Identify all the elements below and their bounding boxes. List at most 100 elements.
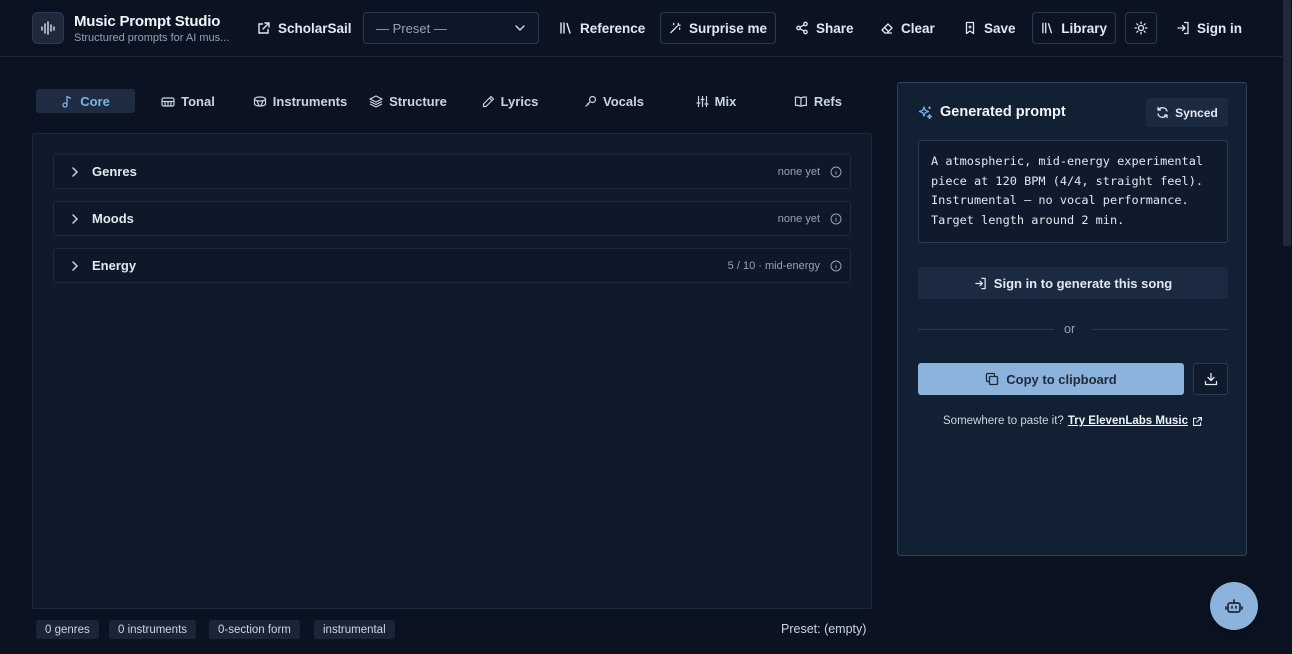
copy-icon <box>986 372 999 386</box>
app-subtitle: Structured prompts for AI mus... <box>74 32 230 44</box>
sign-in-to-generate-label: Sign in to generate this song <box>993 275 1173 291</box>
sign-in-label: Sign in <box>1197 20 1242 36</box>
preset-select[interactable]: — Preset — <box>363 12 539 44</box>
tab-instruments[interactable]: Instruments <box>248 89 352 113</box>
preset-status: Preset: (empty) <box>781 622 867 636</box>
refresh-icon <box>1157 106 1168 119</box>
generated-prompt-header: Generated prompt <box>918 104 1066 120</box>
info-icon[interactable] <box>830 166 842 178</box>
or-divider: or <box>918 321 1228 337</box>
external-link-icon <box>1193 416 1202 426</box>
surprise-me-label: Surprise me <box>688 20 767 36</box>
info-icon[interactable] <box>830 213 842 225</box>
paste-hint-text: Somewhere to paste it? <box>943 415 1064 427</box>
generated-prompt-title: Generated prompt <box>940 104 1066 120</box>
theme-toggle-button[interactable] <box>1125 12 1157 44</box>
app-title: Music Prompt Studio <box>74 13 221 30</box>
save-label: Save <box>984 20 1016 36</box>
chevron-right-icon <box>72 213 79 224</box>
chip-instruments-count: 0 instruments <box>109 620 197 639</box>
mic-icon <box>585 95 597 107</box>
paste-hint: Somewhere to paste it? Try ElevenLabs Mu… <box>918 415 1228 427</box>
chevron-right-icon <box>72 166 79 177</box>
core-panel: Genres none yet Moods none yet Energy 5 … <box>32 133 872 609</box>
tab-tonal[interactable]: Tonal <box>156 89 220 113</box>
copy-label: Copy to clipboard <box>1006 371 1117 387</box>
surprise-me-button[interactable]: Surprise me <box>660 12 776 44</box>
elevenlabs-link[interactable]: Try ElevenLabs Music <box>1068 415 1188 427</box>
clear-label: Clear <box>901 20 935 36</box>
sign-in-icon <box>1177 21 1189 35</box>
energy-section[interactable]: Energy 5 / 10 · mid-energy <box>53 248 851 283</box>
library-icon <box>560 22 571 34</box>
clear-button[interactable]: Clear <box>872 12 943 44</box>
tab-refs[interactable]: Refs <box>794 89 842 113</box>
divider-line <box>918 329 1054 330</box>
copy-to-clipboard-button[interactable]: Copy to clipboard <box>918 363 1184 395</box>
assistant-bot-button[interactable] <box>1210 582 1258 630</box>
genres-value: none yet <box>777 165 820 178</box>
tab-mix[interactable]: Mix <box>694 89 738 113</box>
sign-in-button[interactable]: Sign in <box>1168 12 1250 44</box>
genres-section[interactable]: Genres none yet <box>53 154 851 189</box>
energy-value: 5 / 10 · mid-energy <box>727 259 820 272</box>
chevron-right-icon <box>72 260 79 271</box>
preset-select-value: — Preset — <box>376 20 447 36</box>
moods-section[interactable]: Moods none yet <box>53 201 851 236</box>
drum-icon <box>253 95 266 107</box>
energy-title: Energy <box>92 258 137 273</box>
moods-value: none yet <box>777 212 820 225</box>
download-button[interactable] <box>1193 363 1228 395</box>
reference-label: Reference <box>580 20 646 36</box>
magic-wand-icon <box>670 22 681 34</box>
synced-button[interactable]: Synced <box>1146 98 1228 127</box>
sign-in-to-generate-button[interactable]: Sign in to generate this song <box>918 267 1228 299</box>
eraser-icon <box>881 23 893 34</box>
sign-in-icon <box>975 277 986 289</box>
music-note-icon <box>62 94 72 108</box>
section-tabs: Core Tonal Instruments Structure Lyrics … <box>32 86 872 116</box>
piano-icon <box>161 96 175 107</box>
reference-button[interactable]: Reference <box>551 12 653 44</box>
library-button[interactable]: Library <box>1032 12 1116 44</box>
tab-vocals[interactable]: Vocals <box>582 89 646 113</box>
save-button[interactable]: Save <box>955 12 1024 44</box>
library-icon <box>1042 22 1053 34</box>
tab-structure[interactable]: Structure <box>368 89 448 113</box>
info-icon[interactable] <box>830 260 842 272</box>
tab-structure-label: Structure <box>389 93 447 109</box>
tab-refs-label: Refs <box>813 93 842 109</box>
chip-section-form: 0-section form <box>209 620 300 639</box>
chip-genres-count: 0 genres <box>36 620 99 639</box>
tab-lyrics[interactable]: Lyrics <box>480 89 540 113</box>
divider-line <box>1092 329 1228 330</box>
share-icon <box>796 21 808 35</box>
tab-core[interactable]: Core <box>36 89 135 113</box>
download-icon <box>1204 372 1217 386</box>
page-scrollbar[interactable] <box>1282 0 1292 654</box>
scholarsail-link[interactable]: ScholarSail <box>249 12 360 44</box>
tab-vocals-label: Vocals <box>603 93 644 109</box>
sparkles-icon <box>918 105 933 119</box>
genres-title: Genres <box>92 164 137 179</box>
pen-icon <box>482 95 494 107</box>
scrollbar-thumb[interactable] <box>1283 0 1291 246</box>
chevron-down-icon <box>515 25 525 32</box>
prompt-output[interactable]: A atmospheric, mid-energy experimental p… <box>918 140 1228 243</box>
scholarsail-label: ScholarSail <box>278 20 352 36</box>
bookmark-icon <box>965 21 975 35</box>
chip-vocal-mode: instrumental <box>314 620 395 639</box>
robot-icon <box>1225 599 1243 613</box>
tab-lyrics-label: Lyrics <box>500 93 539 109</box>
tab-core-label: Core <box>80 93 110 109</box>
tab-tonal-label: Tonal <box>181 93 215 109</box>
external-link-icon <box>258 22 270 34</box>
waveform-logo-icon <box>32 12 64 44</box>
synced-label: Synced <box>1175 105 1218 120</box>
generated-prompt-panel: Generated prompt Synced A atmospheric, m… <box>897 82 1247 556</box>
sliders-icon <box>696 95 709 107</box>
share-button[interactable]: Share <box>787 12 862 44</box>
sun-icon <box>1134 21 1148 35</box>
tab-instruments-label: Instruments <box>272 93 348 109</box>
moods-title: Moods <box>92 211 134 226</box>
